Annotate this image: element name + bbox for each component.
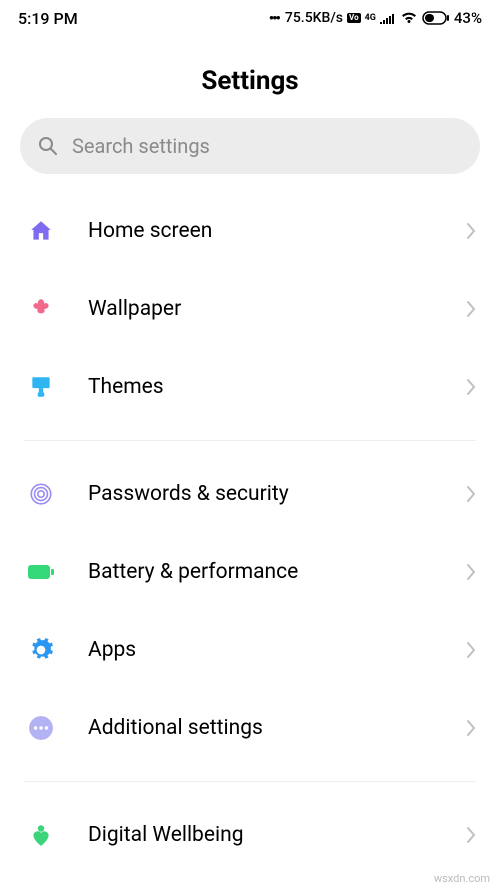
- battery-icon: [422, 11, 450, 25]
- settings-list: Home screen Wallpaper Themes Passwords &…: [0, 192, 500, 874]
- network-type-icon: 4G: [365, 13, 376, 23]
- dots-icon: [24, 711, 58, 745]
- item-label: Apps: [88, 638, 466, 662]
- fingerprint-icon: [24, 477, 58, 511]
- settings-item-themes[interactable]: Themes: [0, 348, 500, 426]
- network-speed: 75.5KB/s: [285, 10, 343, 26]
- settings-item-passwords-security[interactable]: Passwords & security: [0, 455, 500, 533]
- item-label: Battery & performance: [88, 560, 466, 584]
- wifi-icon: [400, 11, 418, 25]
- search-icon: [38, 136, 58, 156]
- status-time: 5:19 PM: [18, 9, 78, 28]
- chevron-right-icon: [466, 485, 476, 503]
- status-bar: 5:19 PM ••• 75.5KB/s Vo 4G 43%: [0, 0, 500, 36]
- item-label: Passwords & security: [88, 482, 466, 506]
- battery-percent: 43%: [454, 9, 482, 27]
- watermark: wsxdn.com: [434, 872, 490, 885]
- brush-icon: [24, 370, 58, 404]
- search-input[interactable]: Search settings: [20, 118, 480, 174]
- chevron-right-icon: [466, 719, 476, 737]
- battery-icon: [24, 555, 58, 589]
- item-label: Additional settings: [88, 716, 466, 740]
- volte-icon: Vo: [347, 13, 361, 23]
- page-title: Settings: [0, 66, 500, 96]
- item-label: Themes: [88, 375, 466, 399]
- divider: [24, 781, 476, 782]
- settings-item-battery[interactable]: Battery & performance: [0, 533, 500, 611]
- home-icon: [24, 214, 58, 248]
- chevron-right-icon: [466, 563, 476, 581]
- item-label: Digital Wellbeing: [88, 823, 466, 847]
- status-right: ••• 75.5KB/s Vo 4G 43%: [269, 9, 482, 27]
- heart-person-icon: [24, 818, 58, 852]
- settings-item-wellbeing[interactable]: Digital Wellbeing: [0, 796, 500, 874]
- chevron-right-icon: [466, 300, 476, 318]
- item-label: Wallpaper: [88, 297, 466, 321]
- divider: [24, 440, 476, 441]
- settings-item-wallpaper[interactable]: Wallpaper: [0, 270, 500, 348]
- chevron-right-icon: [466, 222, 476, 240]
- chevron-right-icon: [466, 641, 476, 659]
- search-placeholder: Search settings: [72, 134, 210, 158]
- flower-icon: [24, 292, 58, 326]
- chevron-right-icon: [466, 378, 476, 396]
- chevron-right-icon: [466, 826, 476, 844]
- gear-icon: [24, 633, 58, 667]
- status-dots-icon: •••: [269, 9, 279, 27]
- signal-icon: [380, 12, 396, 24]
- settings-item-apps[interactable]: Apps: [0, 611, 500, 689]
- settings-item-additional[interactable]: Additional settings: [0, 689, 500, 767]
- settings-item-home-screen[interactable]: Home screen: [0, 192, 500, 270]
- item-label: Home screen: [88, 219, 466, 243]
